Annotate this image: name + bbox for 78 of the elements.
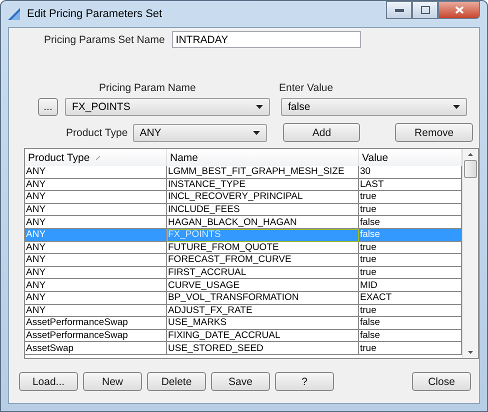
scrollbar[interactable]	[462, 149, 478, 358]
table-cell[interactable]: ANY	[25, 204, 167, 216]
set-name-field[interactable]: INTRADAY	[172, 31, 361, 48]
remove-button[interactable]: Remove	[395, 123, 473, 142]
table-cell[interactable]: LGMM_BEST_FIT_GRAPH_MESH_SIZE	[167, 166, 359, 179]
table-cell[interactable]: AssetPerformanceSwap	[25, 317, 167, 330]
table-cell[interactable]: true	[359, 266, 462, 280]
maximize-icon	[420, 6, 430, 14]
table-cell[interactable]: true	[359, 254, 462, 267]
product-type-label: Product Type	[66, 126, 128, 138]
table-cell[interactable]: 30	[359, 166, 462, 179]
table-cell[interactable]: INCLUDE_FEES	[167, 204, 359, 216]
table-cell[interactable]: HAGAN_BLACK_ON_HAGAN	[167, 216, 359, 229]
minimize-button[interactable]	[386, 1, 412, 19]
footer-button[interactable]: Save	[211, 372, 270, 391]
table-cell[interactable]: true	[359, 204, 462, 216]
table-cell[interactable]: ANY	[25, 166, 167, 179]
table-cell[interactable]: FUTURE_FROM_QUOTE	[167, 242, 359, 254]
scroll-down-icon	[468, 351, 473, 354]
window-title: Edit Pricing Parameters Set	[27, 8, 164, 20]
footer-button[interactable]: New	[83, 372, 142, 391]
scroll-up-icon	[468, 153, 473, 156]
close-window-button[interactable]	[438, 1, 480, 19]
table-cell[interactable]: USE_MARKS	[167, 317, 359, 330]
caret-icon	[256, 105, 263, 109]
table-cell[interactable]: INCL_RECOVERY_PRINCIPAL	[167, 191, 359, 204]
table-cell[interactable]: ANY	[25, 254, 167, 267]
add-button[interactable]: Add	[283, 123, 360, 142]
table-cell[interactable]: true	[359, 342, 462, 355]
table-cell[interactable]: USE_STORED_SEED	[167, 342, 359, 355]
table-cell[interactable]: true	[359, 191, 462, 204]
table-cell[interactable]: INSTANCE_TYPE	[167, 178, 359, 192]
table-cell[interactable]: false	[359, 216, 462, 229]
table-cell[interactable]: true	[359, 242, 462, 254]
table-cell[interactable]: CURVE_USAGE	[167, 279, 359, 292]
table-cell[interactable]: ANY	[25, 266, 167, 280]
enter-value-label: Enter Value	[279, 82, 334, 94]
footer-button[interactable]: Load...	[19, 372, 78, 391]
browse-button[interactable]: ...	[38, 98, 58, 116]
column-header[interactable]: Name	[167, 149, 359, 167]
table-cell[interactable]: AssetPerformanceSwap	[25, 330, 167, 342]
footer-button[interactable]: Delete	[147, 372, 206, 391]
close-icon	[454, 6, 464, 14]
table-cell[interactable]: ANY	[25, 242, 167, 254]
param-name-label: Pricing Param Name	[99, 82, 197, 94]
table-cell[interactable]: ANY	[25, 279, 167, 292]
value-dropdown[interactable]: false	[281, 98, 467, 116]
caret-icon	[253, 130, 260, 134]
maximize-button[interactable]	[412, 1, 438, 19]
table-cell[interactable]: LAST	[359, 178, 462, 192]
table-cell[interactable]: AssetSwap	[25, 342, 167, 355]
app-logo-icon	[8, 8, 22, 20]
table-cell[interactable]: ANY	[25, 178, 167, 192]
table-cell[interactable]: true	[359, 304, 462, 318]
sort-icon	[96, 156, 100, 160]
table-cell[interactable]: ANY	[25, 304, 167, 318]
column-header[interactable]: Value	[359, 149, 462, 167]
scroll-thumb[interactable]	[464, 160, 477, 178]
table-cell[interactable]: FIRST_ACCRUAL	[167, 266, 359, 280]
minimize-icon	[394, 8, 404, 12]
table-cell[interactable]: false	[359, 317, 462, 330]
close-button[interactable]: Close	[412, 372, 471, 391]
table-cell[interactable]: ANY	[25, 292, 167, 305]
table-cell[interactable]: EXACT	[359, 292, 462, 305]
table-cell[interactable]: ANY	[25, 216, 167, 229]
table-cell[interactable]: BP_VOL_TRANSFORMATION	[167, 292, 359, 305]
column-header[interactable]: Product Type	[25, 149, 167, 167]
table-cell[interactable]: MID	[359, 279, 462, 292]
table-cell[interactable]: FORECAST_FROM_CURVE	[167, 254, 359, 267]
caret-icon	[453, 105, 460, 109]
footer-button[interactable]: ?	[275, 372, 334, 391]
product-type-dropdown[interactable]: ANY	[132, 124, 268, 142]
table-cell[interactable]: ADJUST_FX_RATE	[167, 304, 359, 318]
param-name-dropdown[interactable]: FX_POINTS	[65, 98, 270, 116]
set-name-label: Pricing Params Set Name	[44, 34, 165, 46]
table-cell[interactable]: ANY	[25, 191, 167, 204]
table-cell[interactable]: false	[359, 330, 462, 342]
table-cell[interactable]: FIXING_DATE_ACCRUAL	[167, 330, 359, 342]
